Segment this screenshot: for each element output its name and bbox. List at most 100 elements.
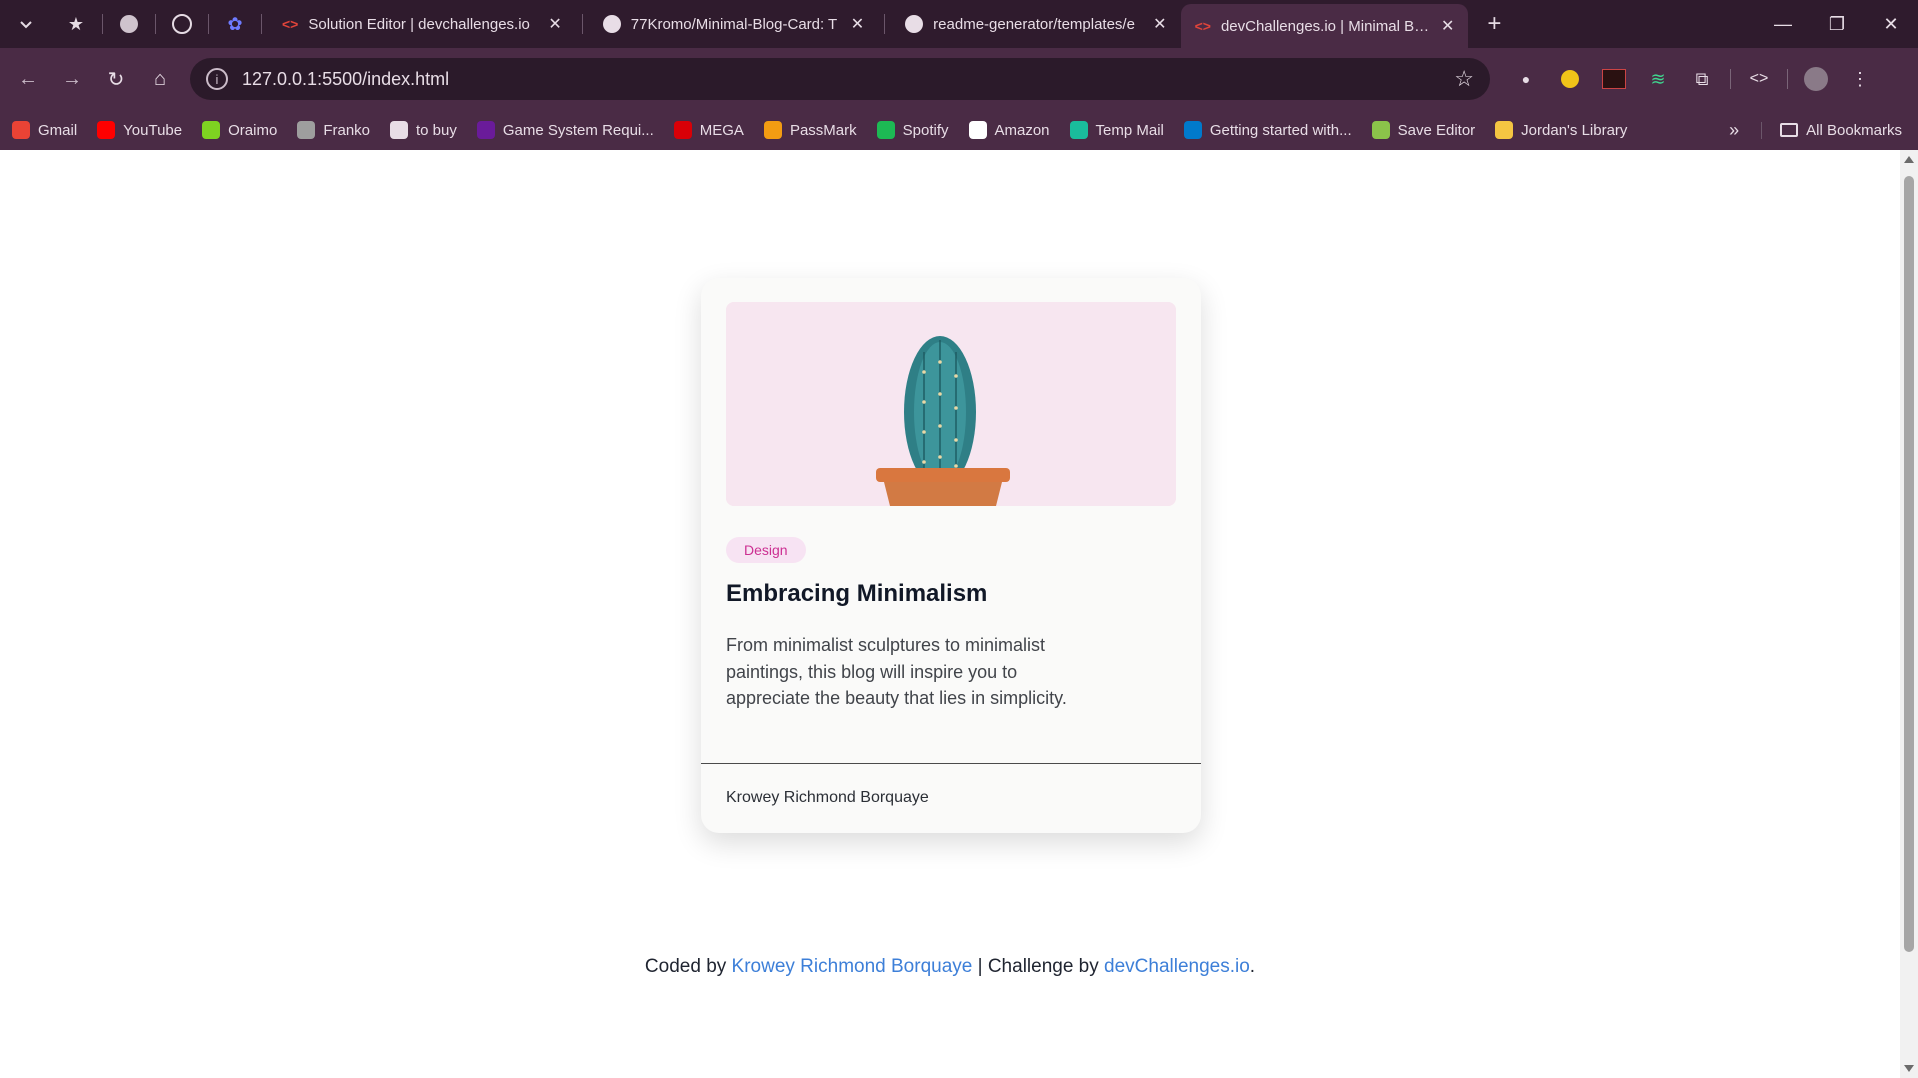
card-image — [726, 302, 1176, 506]
extension-icon — [1602, 69, 1626, 89]
bookmarks-overflow-button[interactable]: » — [1729, 120, 1739, 141]
extension-icon: ● — [1521, 71, 1531, 87]
bookmark-label: Spotify — [902, 121, 949, 139]
pinned-tab-spotify[interactable] — [109, 4, 149, 44]
bookmark-folder-to-buy[interactable]: to buy — [390, 121, 457, 139]
bookmark-label: Franko — [323, 121, 370, 139]
tab-title: 77Kromo/Minimal-Blog-Card: T — [630, 15, 838, 33]
reload-icon: ↻ — [107, 68, 125, 91]
back-button[interactable]: ← — [6, 57, 50, 101]
forward-button[interactable]: → — [50, 57, 94, 101]
mega-icon — [673, 121, 692, 139]
toolbar-separator — [1787, 69, 1788, 89]
folder-icon — [390, 121, 408, 139]
bookmark-gmail[interactable]: Gmail — [12, 121, 77, 139]
extension-4[interactable]: ≋ — [1636, 57, 1680, 101]
play-icon — [476, 121, 495, 139]
restore-button[interactable]: ❐ — [1810, 0, 1864, 48]
author-link[interactable]: Krowey Richmond Borquaye — [732, 956, 973, 977]
pinned-tab-app[interactable]: ✿ — [215, 4, 255, 44]
home-button[interactable]: ⌂ — [138, 57, 182, 101]
attribution-middle: | Challenge by — [972, 956, 1105, 977]
pinned-tab-openai[interactable] — [162, 4, 202, 44]
tab-readme-generator[interactable]: readme-generator/templates/e ✕ — [891, 4, 1180, 44]
openai-icon — [172, 14, 192, 34]
globe-icon — [297, 121, 316, 139]
profile-button[interactable] — [1794, 57, 1838, 101]
devchallenges-link[interactable]: devChallenges.io — [1104, 956, 1250, 977]
cactus-illustration — [726, 302, 1176, 506]
scroll-thumb[interactable] — [1904, 176, 1914, 952]
bookmark-youtube[interactable]: YouTube — [97, 121, 182, 139]
scroll-down-arrow[interactable] — [1904, 1065, 1914, 1072]
close-icon[interactable]: ✕ — [851, 14, 864, 34]
gmail-icon — [12, 121, 30, 139]
bookmark-label: PassMark — [789, 121, 857, 139]
pinned-tab-bookmarks[interactable]: ★ — [56, 4, 96, 44]
bookmark-game-system[interactable]: Game System Requi... — [476, 121, 654, 139]
extensions-button[interactable]: ⧉ — [1680, 57, 1724, 101]
bookmark-star-icon[interactable]: ☆ — [1454, 66, 1474, 92]
bookmark-franko[interactable]: Franko — [297, 121, 370, 139]
minimize-button[interactable]: — — [1756, 0, 1810, 48]
close-icon[interactable]: ✕ — [1153, 14, 1166, 34]
scroll-up-arrow[interactable] — [1904, 156, 1914, 163]
bookmark-label: Temp Mail — [1095, 121, 1164, 139]
tab-github-repo[interactable]: 77Kromo/Minimal-Blog-Card: T ✕ — [589, 4, 878, 44]
amazon-icon — [968, 121, 987, 139]
site-info-icon[interactable]: i — [206, 68, 228, 90]
reload-button[interactable]: ↻ — [94, 57, 138, 101]
url-text[interactable]: 127.0.0.1:5500/index.html — [242, 69, 449, 90]
bookmark-jordans-library[interactable]: Jordan's Library — [1495, 121, 1627, 139]
card-divider — [701, 763, 1201, 764]
tab-search-button[interactable] — [6, 4, 46, 44]
bookmark-save-editor[interactable]: Save Editor — [1371, 121, 1475, 139]
double-chevron-right-icon: » — [1729, 119, 1740, 140]
blog-card: Design Embracing Minimalism From minimal… — [701, 278, 1201, 833]
chevron-down-icon — [20, 21, 32, 29]
new-tab-button[interactable]: + — [1474, 4, 1514, 44]
more-vert-icon: ⋮ — [1851, 68, 1869, 89]
bookmark-label: Oraimo — [228, 121, 278, 139]
tab-separator — [102, 14, 103, 34]
toolbar-separator — [1730, 69, 1731, 89]
card-author: Krowey Richmond Borquaye — [726, 789, 929, 806]
all-bookmarks-button[interactable]: All Bookmarks — [1761, 121, 1902, 139]
all-bookmarks-label: All Bookmarks — [1806, 121, 1902, 139]
bookmark-oraimo[interactable]: Oraimo — [202, 121, 277, 139]
extension-3[interactable] — [1592, 57, 1636, 101]
attribution-prefix: Coded by — [644, 956, 732, 977]
close-window-button[interactable]: ✕ — [1864, 0, 1918, 48]
bookmark-passmark[interactable]: PassMark — [763, 121, 857, 139]
vscode-icon — [1183, 121, 1202, 139]
github-icon — [905, 15, 924, 33]
bookmark-vscode[interactable]: Getting started with... — [1183, 121, 1352, 139]
spotify-icon — [120, 15, 138, 33]
attribution: Coded by Krowey Richmond Borquaye | Chal… — [0, 956, 1900, 978]
bookmark-spotify[interactable]: Spotify — [876, 121, 949, 139]
youtube-icon — [97, 121, 116, 139]
extension-1[interactable]: ● — [1504, 57, 1548, 101]
bookmarks-bar: Gmail YouTube Oraimo Franko to buy Game … — [0, 110, 1918, 150]
tab-devchallenges-active[interactable]: <> devChallenges.io | Minimal Blog ✕ — [1180, 4, 1469, 48]
bookmark-amazon[interactable]: Amazon — [968, 121, 1050, 139]
menu-button[interactable]: ⋮ — [1838, 57, 1882, 101]
folder-icon — [1780, 123, 1799, 137]
page-scrollbar[interactable] — [1900, 150, 1918, 1078]
tab-title: devChallenges.io | Minimal Blog — [1220, 17, 1431, 35]
bookmark-temp-mail[interactable]: Temp Mail — [1069, 121, 1164, 139]
extension-2[interactable] — [1548, 57, 1592, 101]
tab-title: Solution Editor | devchallenges.io — [308, 15, 530, 33]
devchallenges-icon: <> — [1194, 18, 1211, 34]
arrow-left-icon: ← — [18, 67, 38, 90]
attribution-suffix: . — [1249, 956, 1256, 977]
close-icon[interactable]: ✕ — [1441, 16, 1454, 36]
tab-solution-editor[interactable]: <> Solution Editor | devchallenges.io ✕ — [268, 4, 576, 44]
devtools-button[interactable]: <> — [1737, 57, 1781, 101]
github-icon — [602, 15, 621, 33]
address-bar[interactable]: i 127.0.0.1:5500/index.html ☆ — [190, 58, 1490, 100]
close-icon[interactable]: ✕ — [548, 14, 561, 34]
bookmark-mega[interactable]: MEGA — [673, 121, 744, 139]
bookmark-label: Getting started with... — [1209, 121, 1352, 139]
code-icon: <> — [1749, 70, 1769, 87]
